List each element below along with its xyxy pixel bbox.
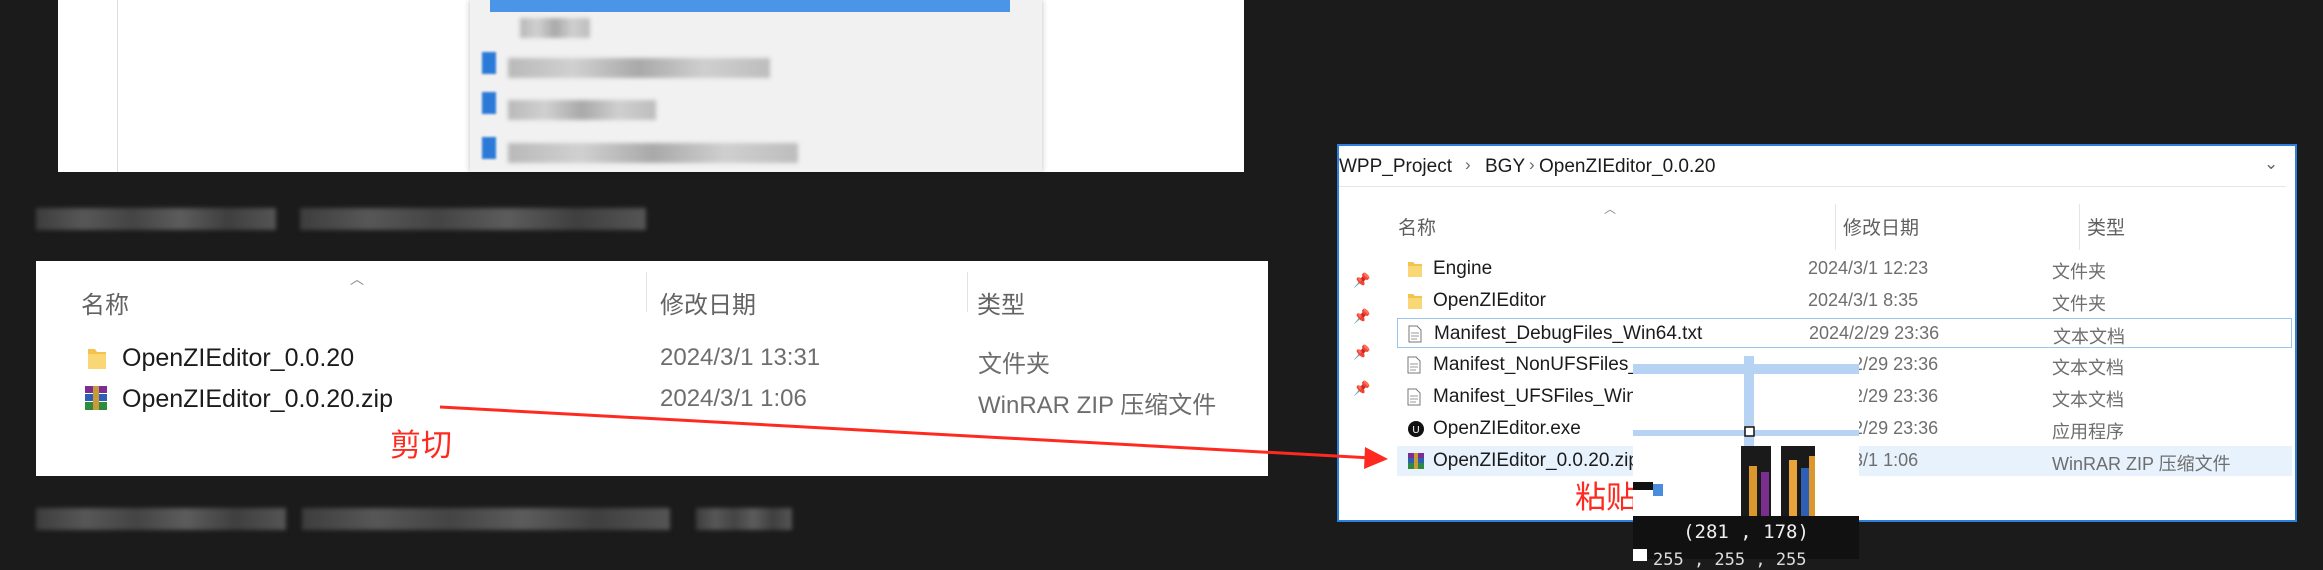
magnifier-tooltip: (281 , 178) 255 , 255 , 255 bbox=[1633, 356, 1859, 570]
magnifier-zoom-area bbox=[1633, 356, 1859, 516]
magnifier-rgb: 255 , 255 , 255 bbox=[1653, 550, 1807, 570]
color-swatch bbox=[1633, 549, 1647, 561]
cut-paste-arrow bbox=[439, 405, 1388, 469]
zoomed-pixels bbox=[1633, 356, 1859, 516]
magnifier-coordinates: (281 , 178) bbox=[1683, 521, 1809, 543]
